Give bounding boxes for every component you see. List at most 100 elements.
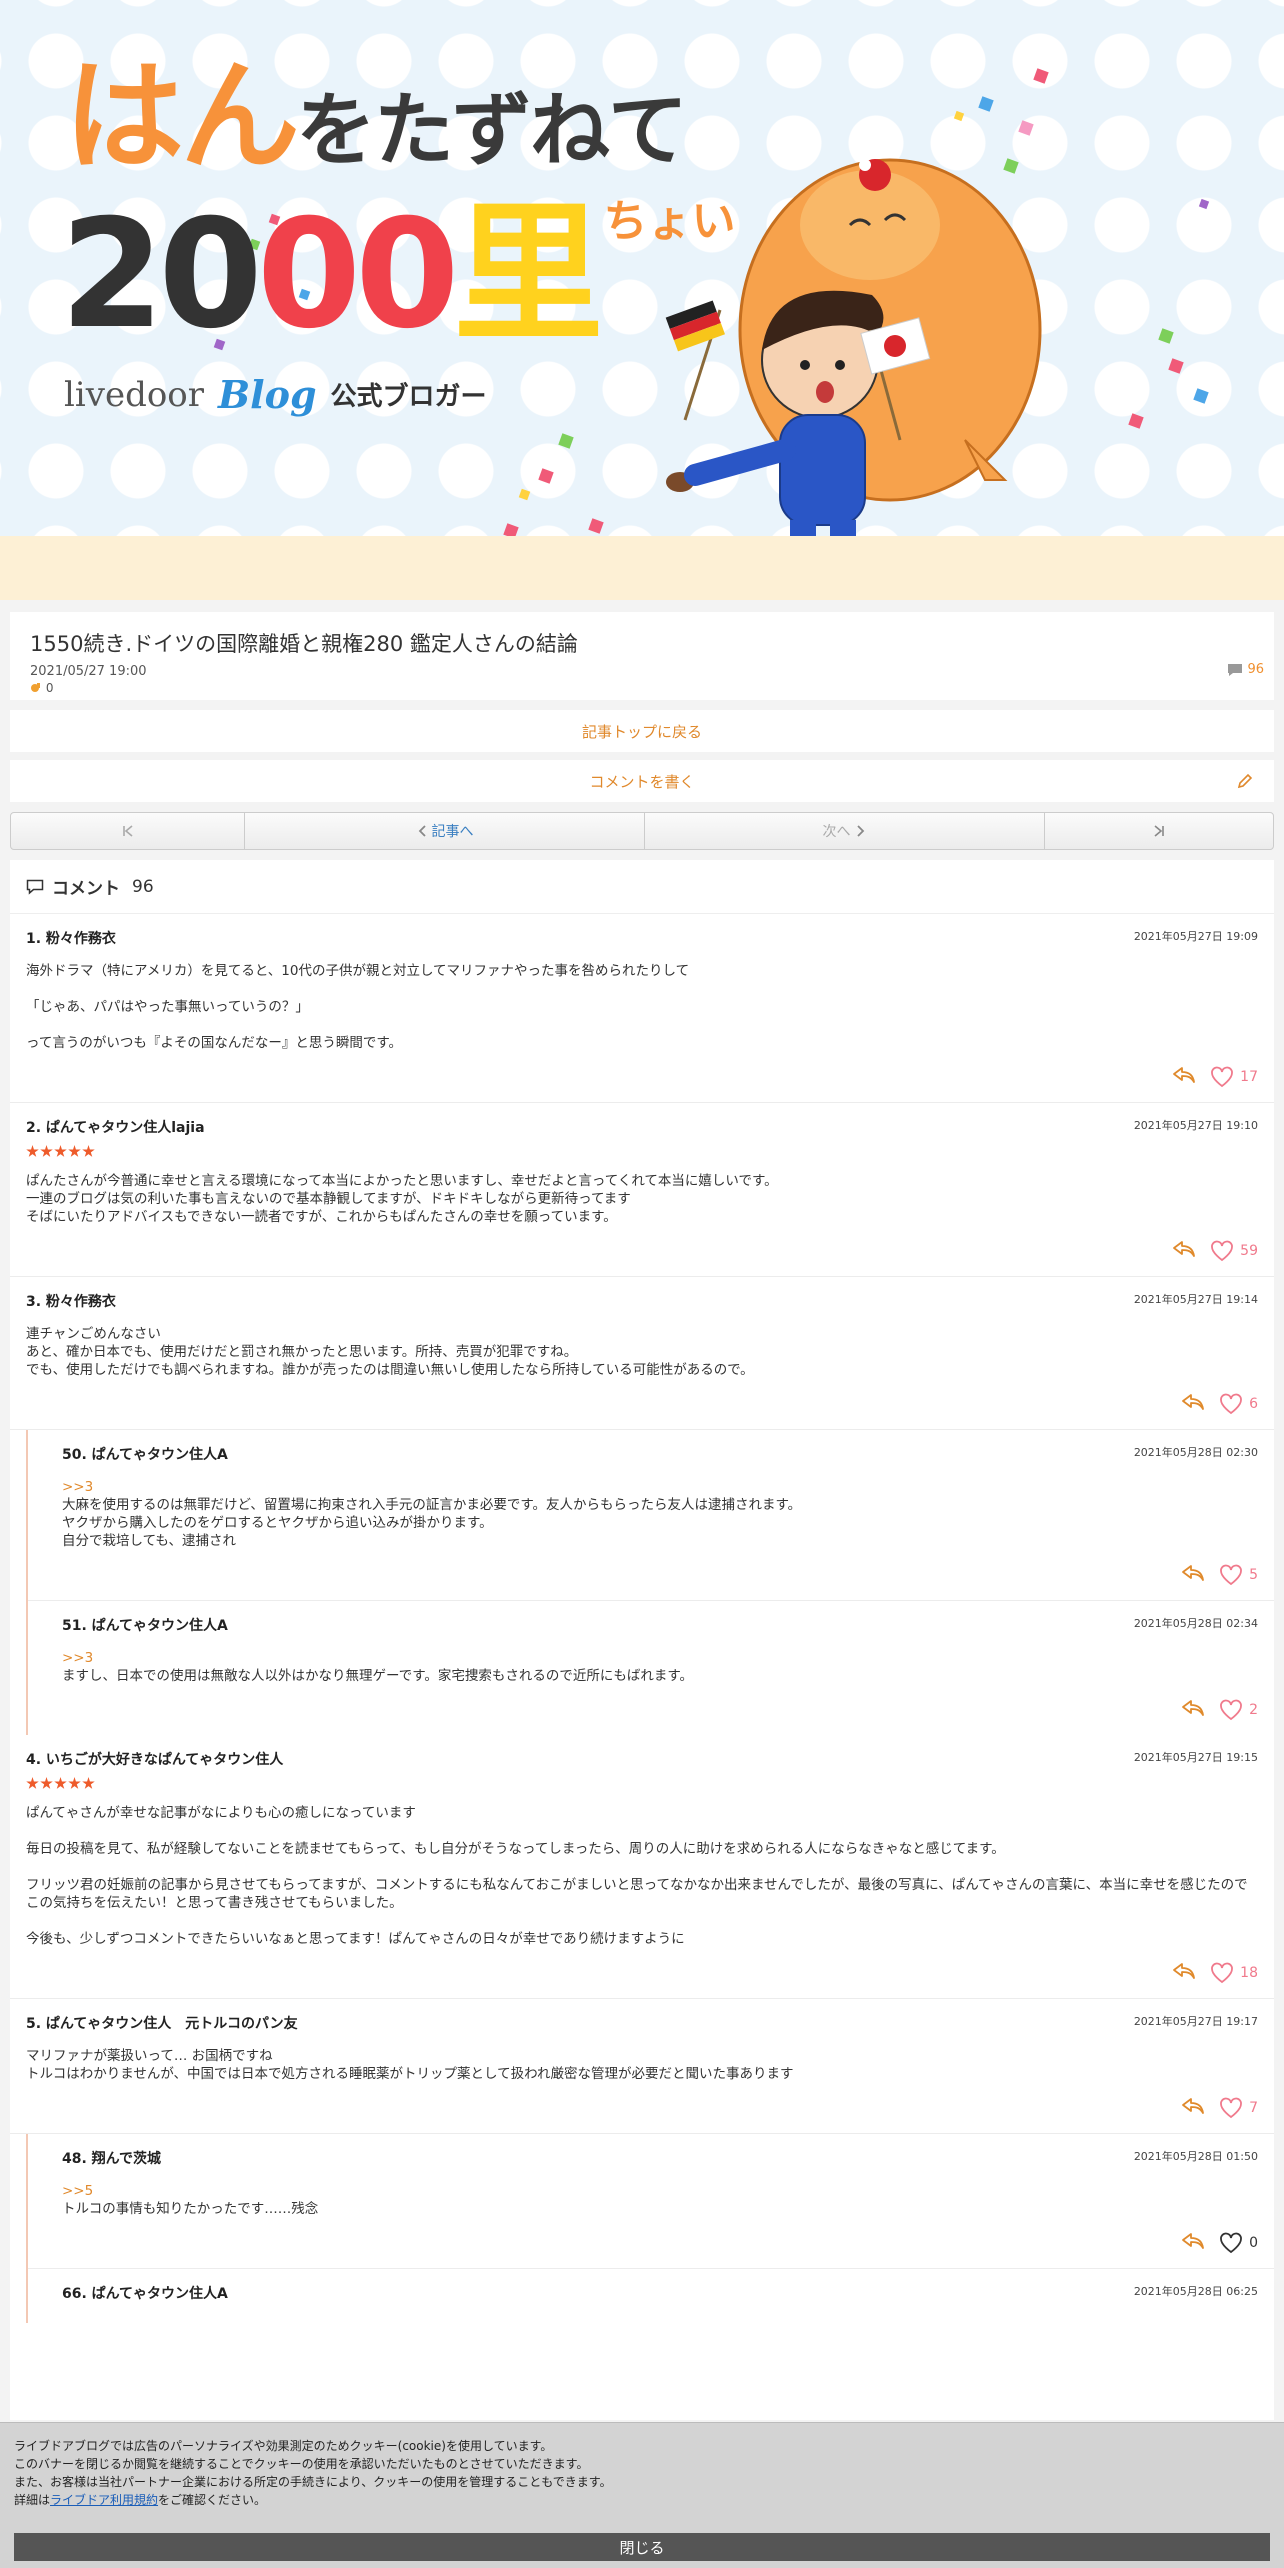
like-button[interactable]: 17 [1210, 1066, 1258, 1088]
reply-button[interactable] [1172, 1066, 1196, 1088]
article-comment-count[interactable]: 96 [1227, 662, 1264, 677]
reply-reference-link[interactable]: >>5 [62, 2182, 1258, 2200]
prev-article-label: 記事へ [431, 824, 474, 840]
terms-of-service-link[interactable]: ライブドア利用規約 [50, 2493, 158, 2507]
comment-author[interactable]: 66. ぱんてゃタウン住人A [62, 2283, 228, 2303]
like-button[interactable]: 7 [1219, 2097, 1258, 2119]
comment-date: 2021年05月27日 19:15 [1133, 1751, 1258, 1764]
banner-ground [0, 536, 1284, 600]
comment-body: >>5 トルコの事情も知りたかったです……残念 [62, 2182, 1258, 2218]
comment-actions: 6 [26, 1379, 1258, 1429]
last-page-icon [1154, 825, 1164, 837]
article-likes[interactable]: 0 [30, 681, 53, 695]
like-button[interactable]: 18 [1210, 1962, 1258, 1984]
cookie-close-button[interactable]: 閉じる [14, 2533, 1270, 2561]
comments-header-count: 96 [132, 876, 154, 897]
next-article-label: 次へ [822, 824, 851, 840]
like-button[interactable]: 0 [1219, 2232, 1258, 2254]
star-icon [68, 1777, 81, 1789]
reply-button[interactable] [1181, 1699, 1205, 1721]
comment-author[interactable]: 50. ぱんてゃタウン住人A [62, 1444, 228, 1464]
comment-text-line: ヤクザから購入したのをゲロするとヤクザから追い込みが掛かります。 [62, 1515, 493, 1531]
reply-button[interactable] [1181, 1393, 1205, 1415]
heart-icon [1211, 1066, 1234, 1088]
comment-actions: 0 [62, 2218, 1258, 2268]
last-page-button[interactable] [1045, 813, 1273, 849]
banner-title: はんをたずねて [64, 58, 688, 178]
cookie-detail-suffix: をご確認ください。 [158, 2493, 267, 2507]
comment-item: 5. ぱんてゃタウン住人 元トルコのパン友 2021年05月27日 19:17 マリ… [10, 1999, 1274, 2134]
comment-text-line [26, 1822, 1258, 1840]
comment-date: 2021年05月28日 06:25 [1133, 2285, 1258, 2298]
heart-icon [1220, 1564, 1242, 1586]
comment-thread: 4. いちごが大好きなぱんてゃタウン住人 2021年05月27日 19:15 ぱんて… [10, 1735, 1274, 1999]
comment-thread: 2. ぱんてゃタウン住人lajia 2021年05月27日 19:10 ぱんたさんが… [10, 1103, 1274, 1277]
comment-date: 2021年05月27日 19:17 [1133, 2015, 1258, 2028]
comment-actions: 2 [62, 1685, 1258, 1735]
comment-author[interactable]: 4. いちごが大好きなぱんてゃタウン住人 [26, 1749, 283, 1769]
like-button[interactable]: 59 [1210, 1240, 1258, 1262]
star-icon [68, 1145, 81, 1157]
comment-author[interactable]: 1. 粉々作務衣 [26, 928, 116, 948]
banner-character-illustration [665, 158, 1042, 588]
heart-icon [1220, 1699, 1242, 1721]
comment-author[interactable]: 51. ぱんてゃタウン住人A [62, 1615, 228, 1635]
like-count: 59 [1240, 1243, 1258, 1259]
comment-actions: 7 [26, 2083, 1258, 2133]
article-title[interactable]: 1550続き.ドイツの国際離婚と親権280 鑑定人さんの結論 [30, 628, 578, 658]
comment-date: 2021年05月27日 19:10 [1133, 1119, 1258, 1132]
comments-section: コメント 96 1. 粉々作務衣 2021年05月27日 19:09 海外ドラマ（特… [10, 860, 1274, 2420]
reply-reference-link[interactable]: >>3 [62, 1478, 1258, 1496]
banner-title-han: はん [64, 48, 300, 187]
reply-button[interactable] [1181, 2232, 1205, 2254]
comment-text-line [26, 1912, 1258, 1930]
comment-item: 1. 粉々作務衣 2021年05月27日 19:09 海外ドラマ（特にアメリカ）を見… [10, 914, 1274, 1103]
comment-author[interactable]: 2. ぱんてゃタウン住人lajia [26, 1117, 205, 1137]
reply-arrow-icon [1182, 2098, 1204, 2114]
like-button[interactable]: 6 [1219, 1393, 1258, 1415]
comment-author[interactable]: 5. ぱんてゃタウン住人 元トルコのパン友 [26, 2013, 298, 2033]
reply-reference-link[interactable]: >>3 [62, 1649, 1258, 1667]
heart-icon [1220, 2097, 1242, 2119]
write-comment-link[interactable]: コメントを書く [10, 760, 1274, 802]
comment-text-line: 一連のブログは気の利いた事も言えないので基本静観してますが、ドキドキしながら更新… [26, 1191, 631, 1207]
reply-button[interactable] [1172, 1240, 1196, 1262]
comments-header: コメント 96 [10, 860, 1274, 914]
banner-sato: 里 [453, 188, 604, 362]
cookie-line: また、お客様は当社パートナー企業における所定の手続きにより、クッキーの使用を管理… [14, 2475, 612, 2489]
like-count: 7 [1249, 2100, 1258, 2116]
reply-thread: 50. ぱんてゃタウン住人A 2021年05月28日 02:30 >>3 大麻を使用す… [26, 1430, 1274, 1735]
back-to-top-link[interactable]: 記事トップに戻る [10, 710, 1274, 752]
prev-article-button[interactable]: 記事へ [245, 813, 645, 849]
reply-button[interactable] [1181, 1564, 1205, 1586]
comment-text-line [26, 1858, 1258, 1876]
star-icon [82, 1145, 95, 1157]
reply-arrow-icon [1182, 1565, 1204, 1581]
comment-body: 連チャンごめんなさい あと、確か日本でも、使用だけだと罰され無かったと思います。所… [26, 1325, 1258, 1379]
like-button[interactable]: 2 [1219, 1699, 1258, 1721]
comment-author[interactable]: 48. 翔んで茨城 [62, 2148, 161, 2168]
comment-text-line: ぱんてゃさんが幸せな記事がなによりも心の癒しになっています [26, 1805, 416, 1821]
star-icon [40, 1145, 53, 1157]
reply-arrow-icon [1182, 2233, 1204, 2249]
reply-arrow-icon [1173, 1963, 1196, 1979]
cookie-line: ライブドアブログでは広告のパーソナライズや効果測定のためクッキー(cookie)… [14, 2439, 553, 2453]
first-page-icon [122, 825, 133, 837]
header-banner[interactable]: はんをたずねて 2000里 ちょい livedoor Blog 公式ブロガー [0, 0, 1284, 600]
reply-button[interactable] [1181, 2097, 1205, 2119]
like-count: 17 [1240, 1069, 1258, 1085]
cookie-consent-banner: ライブドアブログでは広告のパーソナライズや効果測定のためクッキー(cookie)… [0, 2422, 1284, 2568]
comment-date: 2021年05月28日 02:34 [1133, 1617, 1258, 1630]
cookie-detail-prefix: 詳細は [14, 2493, 51, 2507]
like-button[interactable]: 5 [1219, 1564, 1258, 1586]
comment-author[interactable]: 3. 粉々作務衣 [26, 1291, 116, 1311]
next-article-button[interactable]: 次へ [645, 813, 1045, 849]
reply-button[interactable] [1172, 1962, 1196, 1984]
comment-date: 2021年05月27日 19:14 [1133, 1293, 1258, 1306]
comment-text-line: 連チャンごめんなさい [26, 1326, 161, 1342]
first-page-button[interactable] [11, 813, 245, 849]
like-count: 6 [1249, 1396, 1258, 1412]
comment-date: 2021年05月28日 02:30 [1133, 1446, 1258, 1459]
comment-text-line [26, 1016, 1258, 1034]
like-count: 5 [1249, 1567, 1258, 1583]
